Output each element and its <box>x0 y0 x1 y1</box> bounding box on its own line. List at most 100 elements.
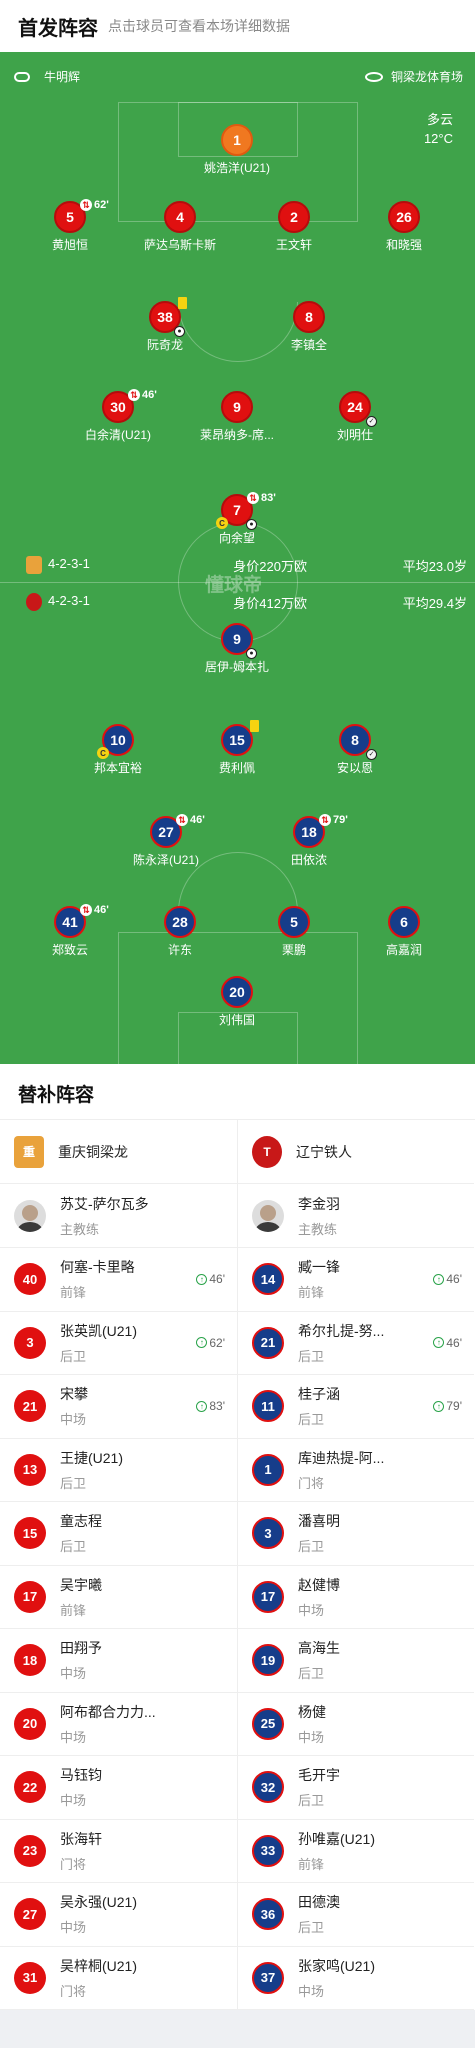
away-player-5[interactable]: 18 ⇅ 79' 田依浓 <box>254 814 364 868</box>
home-player-8[interactable]: 9 莱昂纳多-席... <box>182 391 292 443</box>
home-team-info: 4-2-3-1 身价220万欧 平均23.0岁 <box>0 556 475 576</box>
home-sub-player-row[interactable]: 15 童志程 后卫 <box>0 1502 237 1566</box>
away-sub-player-row[interactable]: 19 高海生 后卫 <box>238 1629 474 1693</box>
jersey-number: 14 <box>252 1263 284 1296</box>
venue-name: 铜梁龙体育场 <box>390 70 463 84</box>
away-sub-player-row[interactable]: 1 库迪热提-阿... 门将 <box>238 1439 474 1502</box>
away-coach-row[interactable]: 李金羽 主教练 <box>238 1184 474 1248</box>
jersey-number: 22 <box>14 1771 46 1804</box>
home-sub-player-row[interactable]: 22 马钰钧 中场 <box>0 1756 237 1820</box>
lineup-header: 首发阵容 点击球员可查看本场详细数据 <box>0 0 475 52</box>
home-sub-player-row[interactable]: 17 吴宇曦 前锋 <box>0 1566 237 1629</box>
jersey-number: 5 ⇅ 62' <box>54 199 109 233</box>
assist-icon: ✓ <box>366 416 377 427</box>
jersey-number-text: 6 <box>400 914 408 930</box>
player-name: 宋攀 <box>60 1386 88 1403</box>
jersey-number: 33 <box>252 1834 284 1867</box>
substitution-in: ↑ 46' <box>196 1272 225 1286</box>
home-sub-player-row[interactable]: 18 田翔予 中场 <box>0 1629 237 1693</box>
jersey-number: 9 <box>221 391 253 423</box>
sub-in-arrow-icon: ↑ <box>433 1273 445 1285</box>
home-player-3[interactable]: 2 王文轩 <box>239 201 349 253</box>
home-player-1[interactable]: 5 ⇅ 62' 黄旭恒 <box>15 199 125 253</box>
home-sub-player-row[interactable]: 31 吴梓桐(U21) 门将 <box>0 1947 237 2010</box>
home-team-row[interactable]: 重 重庆铜梁龙 <box>0 1120 237 1184</box>
page-footer <box>0 2010 475 2048</box>
jersey-number: 21 <box>14 1390 46 1423</box>
home-sub-player-row[interactable]: 40 何塞-卡里略 前锋 ↑ 46' <box>0 1248 237 1312</box>
home-sub-player-row[interactable]: 27 吴永强(U21) 中场 <box>0 1883 237 1947</box>
away-player-6[interactable]: 41 ⇅ 46' 郑致云 <box>15 904 125 958</box>
player-name: 桂子涵 <box>298 1386 340 1403</box>
home-sub-player-row[interactable]: 21 宋攀 中场 ↑ 83' <box>0 1375 237 1439</box>
home-player-5[interactable]: 38 ● 阮奇龙 <box>110 297 220 353</box>
away-player-8[interactable]: 5 栗鹏 <box>239 906 349 958</box>
away-sub-player-row[interactable]: 14 臧一锋 前锋 ↑ 46' <box>238 1248 474 1312</box>
substitution-minute: 83' <box>209 1399 225 1413</box>
player-name: 费利佩 <box>218 761 255 775</box>
jersey-number: 2 <box>278 201 310 233</box>
away-player-1[interactable]: 10 C 邦本宜裕 <box>63 724 173 776</box>
substitution-icon: ⇅ <box>80 904 92 916</box>
home-player-7[interactable]: 30 ⇅ 46' 白余清(U21) <box>63 389 173 443</box>
away-sub-player-row[interactable]: 17 赵健博 中场 <box>238 1566 474 1629</box>
away-player-4[interactable]: 27 ⇅ 46' 陈永泽(U21) <box>111 814 221 868</box>
away-sub-player-row[interactable]: 36 田德澳 后卫 <box>238 1883 474 1947</box>
player-position: 门将 <box>60 1856 87 1872</box>
away-sub-player-row[interactable]: 37 张家鸣(U21) 中场 <box>238 1947 474 2010</box>
substitution-icon: ⇅ <box>319 814 331 826</box>
substitution-badge: ⇅ 46' <box>80 904 109 916</box>
jersey-number: 27 <box>14 1898 46 1931</box>
player-position: 后卫 <box>60 1348 87 1364</box>
home-squad-value: 身价220万欧 <box>233 559 307 574</box>
lineup-hint: 点击球员可查看本场详细数据 <box>108 18 290 34</box>
away-sub-player-row[interactable]: 25 杨健 中场 <box>238 1693 474 1756</box>
home-player-0[interactable]: 1 姚浩洋(U21) <box>182 124 292 176</box>
home-player-2[interactable]: 4 萨达乌斯卡斯 <box>125 201 235 253</box>
home-team-name: 重庆铜梁龙 <box>58 1143 128 1160</box>
venue: 铜梁龙体育场 <box>364 68 463 85</box>
away-player-9[interactable]: 6 高嘉润 <box>349 906 459 958</box>
player-name: 库迪热提-阿... <box>298 1449 385 1466</box>
home-sub-player-row[interactable]: 3 张英凯(U21) 后卫 ↑ 62' <box>0 1312 237 1375</box>
jersey-number: 5 <box>278 906 310 938</box>
jersey-number: 7 ⇅ 83' ● C <box>216 492 276 530</box>
away-sub-player-row[interactable]: 3 潘喜明 后卫 <box>238 1502 474 1566</box>
player-position: 中场 <box>298 1983 325 1999</box>
home-player-10[interactable]: 7 ⇅ 83' ● C 向余望 <box>182 492 292 546</box>
away-player-0[interactable]: 9 ● 居伊-姆本扎 <box>182 623 292 675</box>
away-team-row[interactable]: T 辽宁铁人 <box>238 1120 474 1184</box>
home-player-6[interactable]: 8 李镇全 <box>254 301 364 353</box>
sub-in-arrow-icon: ↑ <box>196 1337 208 1348</box>
home-sub-player-row[interactable]: 20 阿布都合力力... 中场 <box>0 1693 237 1756</box>
substitution-in: ↑ 46' <box>433 1336 462 1350</box>
player-name: 张家鸣(U21) <box>298 1957 376 1974</box>
away-sub-player-row[interactable]: 11 桂子涵 后卫 ↑ 79' <box>238 1375 474 1439</box>
player-name: 陈永泽(U21) <box>132 853 199 867</box>
assist-icon: ✓ <box>366 749 377 760</box>
home-sub-player-row[interactable]: 13 王捷(U21) 后卫 <box>0 1439 237 1502</box>
referee-name: 牛明辉 <box>44 70 81 84</box>
away-player-10[interactable]: 20 刘伟国 <box>182 976 292 1028</box>
home-coach-row[interactable]: 苏艾-萨尔瓦多 主教练 <box>0 1184 237 1248</box>
away-player-3[interactable]: 8 ✓ 安以恩 <box>300 724 410 776</box>
player-name: 张英凯(U21) <box>60 1322 138 1339</box>
jersey-number: 37 <box>252 1961 284 1994</box>
jersey-number-text: 24 <box>347 399 363 415</box>
home-sub-player-row[interactable]: 23 张海轩 门将 <box>0 1820 237 1883</box>
substitution-badge: ⇅ 79' <box>319 814 348 826</box>
player-name: 田翔予 <box>60 1640 102 1657</box>
away-player-7[interactable]: 28 许东 <box>125 906 235 958</box>
away-sub-player-row[interactable]: 32 毛开宇 后卫 <box>238 1756 474 1820</box>
substitution-minute: 79' <box>446 1399 462 1413</box>
player-position: 中场 <box>298 1729 325 1745</box>
away-team-logo-icon <box>26 593 42 611</box>
home-player-9[interactable]: 24 ✓ 刘明仕 <box>300 391 410 443</box>
away-sub-player-row[interactable]: 21 希尔扎提-努... 后卫 ↑ 46' <box>238 1312 474 1375</box>
player-position: 中场 <box>60 1412 87 1428</box>
away-player-2[interactable]: 15 费利佩 <box>182 720 292 776</box>
home-player-4[interactable]: 26 和晓强 <box>349 201 459 253</box>
away-sub-player-row[interactable]: 33 孙唯嘉(U21) 前锋 <box>238 1820 474 1883</box>
jersey-number: 25 <box>252 1707 284 1740</box>
player-position: 后卫 <box>298 1920 325 1936</box>
